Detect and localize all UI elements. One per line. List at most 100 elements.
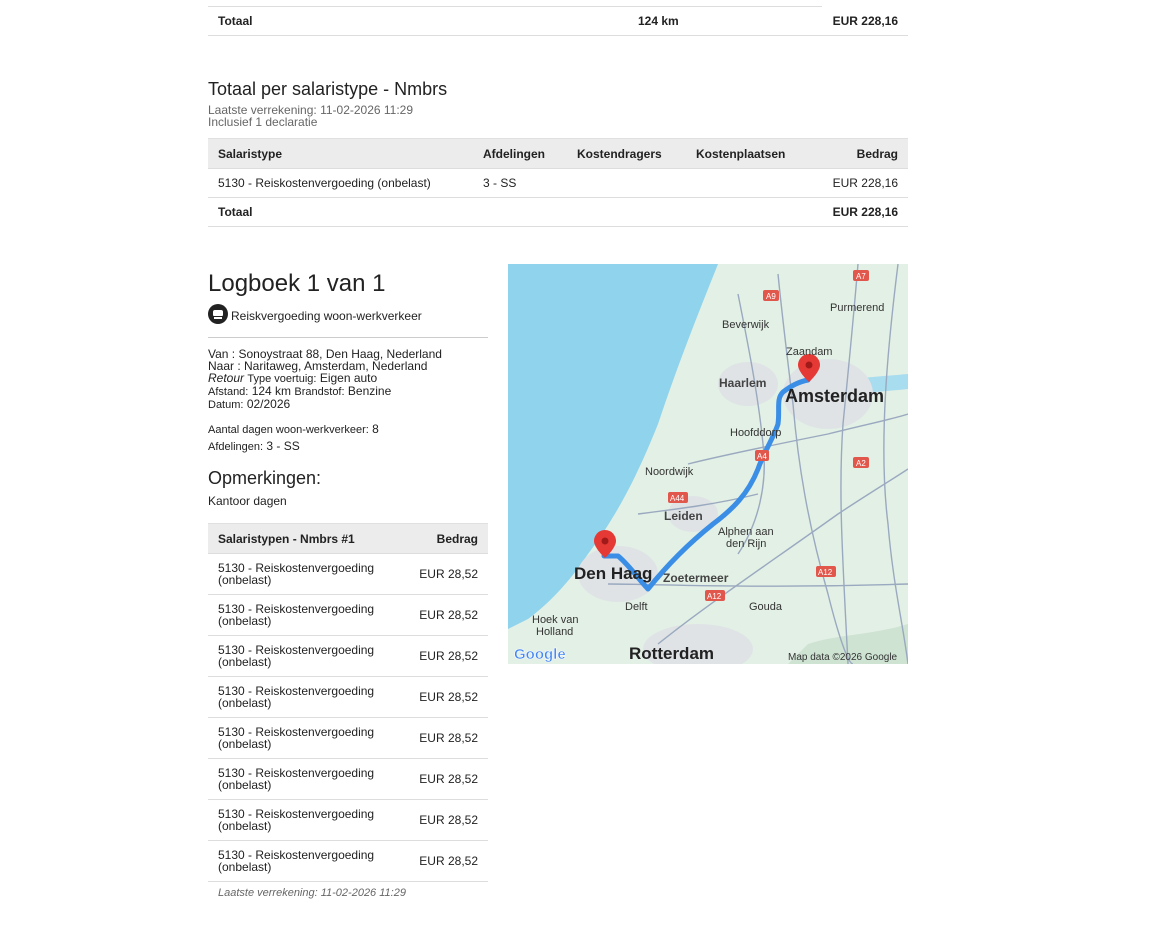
google-logo: Google <box>514 646 566 663</box>
shield-a12a: A12 <box>818 568 833 577</box>
table-header-row: Salaristypen - Nmbrs #1 Bedrag <box>208 523 488 554</box>
table-total-row: Totaal EUR 228,16 <box>208 197 908 227</box>
salary-table: Salaristype Afdelingen Kostendragers Kos… <box>208 138 908 227</box>
route-map[interactable]: A7 A9 A4 A44 A2 A12 A12 Purmerend Beverw… <box>508 264 908 664</box>
table-row: 5130 - Reiskostenvergoeding (onbelast) EU… <box>208 635 488 677</box>
remarks-text: Kantoor dagen <box>208 494 287 508</box>
row-amount: EUR 28,52 <box>409 840 488 882</box>
fuel-value: Benzine <box>347 384 392 398</box>
row-places <box>686 168 806 198</box>
label-haarlem: Haarlem <box>719 376 766 390</box>
trip-type-label: Reiskvergoeding woon-werkverkeer <box>231 309 422 323</box>
col-salaristype: Salaristype <box>208 138 473 169</box>
label-alphen-2: den Rijn <box>726 538 766 550</box>
label-hoek-2: Holland <box>536 626 573 638</box>
row-amount: EUR 28,52 <box>409 635 488 677</box>
total-row-label: Totaal <box>208 197 473 227</box>
label-zaandam: Zaandam <box>786 346 832 358</box>
col-kostendragers: Kostendragers <box>567 138 686 169</box>
table-row: 5130 - Reiskostenvergoeding (onbelast) EU… <box>208 840 488 882</box>
row-dept: 3 - SS <box>473 168 567 198</box>
inclusive-note: Inclusief 1 declaratie <box>208 115 318 129</box>
footnote: Laatste verrekening: 11-02-2026 11:29 <box>218 887 406 899</box>
trip-type: Reiskvergoeding woon-werkverkeer <box>208 304 488 338</box>
row-carriers <box>567 168 686 198</box>
logbook-title: Logboek 1 van 1 <box>208 270 386 297</box>
salary-section-title: Totaal per salaristype - Nmbrs <box>208 79 448 99</box>
table-row: 5130 - Reiskostenvergoeding (onbelast) EU… <box>208 553 488 595</box>
retour-label: Retour <box>208 371 245 385</box>
car-icon <box>208 304 228 324</box>
distance-value: 124 km <box>251 384 292 398</box>
date-label: Datum: <box>208 399 244 411</box>
label-rotterdam: Rotterdam <box>629 644 714 663</box>
row-type: 5130 - Reiskostenvergoeding (onbelast) <box>208 553 410 595</box>
remarks-title: Opmerkingen: <box>208 468 322 488</box>
label-alphen: Alphen aan <box>718 526 774 538</box>
vehicle-value: Eigen auto <box>319 371 378 385</box>
row-amount: EUR 28,52 <box>409 799 488 841</box>
label-hoofddorp: Hoofddorp <box>730 427 781 439</box>
row-type: 5130 - Reiskostenvergoeding (onbelast) <box>208 635 410 677</box>
label-leiden: Leiden <box>664 509 703 523</box>
row-amount: EUR 28,52 <box>409 676 488 718</box>
date-line: Datum: 02/2026 <box>208 398 442 411</box>
trip-details: Van : Sonoystraat 88, Den Haag, Nederlan… <box>208 348 442 453</box>
row-type: 5130 - Reiskostenvergoeding (onbelast) <box>208 168 473 198</box>
col-salaristypen: Salaristypen - Nmbrs #1 <box>208 523 410 554</box>
total-distance: 124 km <box>638 14 679 28</box>
dept-value: 3 - SS <box>266 439 300 453</box>
table-row: 5130 - Reiskostenvergoeding (onbelast) EU… <box>208 594 488 636</box>
days-line: Aantal dagen woon-werkverkeer: 8 <box>208 423 442 436</box>
shield-a2: A2 <box>856 459 866 468</box>
label-den-haag: Den Haag <box>574 564 652 583</box>
table-row: 5130 - Reiskostenvergoeding (onbelast) EU… <box>208 717 488 759</box>
total-label: Totaal <box>218 14 253 28</box>
label-gouda: Gouda <box>749 601 783 613</box>
fuel-label: Brandstof: <box>294 386 345 398</box>
row-amount: EUR 28,52 <box>409 717 488 759</box>
total-row-amount: EUR 228,16 <box>806 197 908 227</box>
row-amount: EUR 28,52 <box>409 594 488 636</box>
row-amount: EUR 228,16 <box>806 168 908 198</box>
label-amsterdam: Amsterdam <box>785 386 884 406</box>
label-delft: Delft <box>625 601 648 613</box>
table-row: 5130 - Reiskostenvergoeding (onbelast) 3… <box>208 168 908 198</box>
label-beverwijk: Beverwijk <box>722 319 770 331</box>
row-type: 5130 - Reiskostenvergoeding (onbelast) <box>208 676 410 718</box>
total-amount: EUR 228,16 <box>832 14 898 28</box>
shield-a12b: A12 <box>707 592 722 601</box>
table-row: 5130 - Reiskostenvergoeding (onbelast) EU… <box>208 758 488 800</box>
col-bedrag: Bedrag <box>806 138 908 169</box>
table-header-row: Salaristype Afdelingen Kostendragers Kos… <box>208 138 908 169</box>
divider <box>208 6 822 7</box>
col-bedrag: Bedrag <box>409 523 488 554</box>
row-type: 5130 - Reiskostenvergoeding (onbelast) <box>208 594 410 636</box>
dept-label: Afdelingen: <box>208 441 264 453</box>
shield-a44: A44 <box>670 494 685 503</box>
top-total-row: Totaal 124 km EUR 228,16 <box>208 6 908 36</box>
logbook-table: Salaristypen - Nmbrs #1 Bedrag 5130 - Re… <box>208 523 488 882</box>
shield-a9: A9 <box>766 292 776 301</box>
row-type: 5130 - Reiskostenvergoeding (onbelast) <box>208 799 410 841</box>
map-attribution: Map data ©2026 Google <box>788 652 898 663</box>
label-hoek: Hoek van <box>532 614 578 626</box>
shield-a7: A7 <box>856 272 866 281</box>
row-amount: EUR 28,52 <box>409 758 488 800</box>
days-value: 8 <box>372 422 379 436</box>
map-canvas: A7 A9 A4 A44 A2 A12 A12 Purmerend Beverw… <box>508 264 908 664</box>
col-kostenplaatsen: Kostenplaatsen <box>686 138 806 169</box>
row-type: 5130 - Reiskostenvergoeding (onbelast) <box>208 758 410 800</box>
label-zoetermeer: Zoetermeer <box>663 571 729 585</box>
row-amount: EUR 28,52 <box>409 553 488 595</box>
days-label: Aantal dagen woon-werkverkeer: <box>208 424 369 436</box>
table-row: 5130 - Reiskostenvergoeding (onbelast) EU… <box>208 676 488 718</box>
col-afdelingen: Afdelingen <box>473 138 567 169</box>
vehicle-line: Retour Type voertuig: Eigen auto <box>208 372 442 385</box>
date-value: 02/2026 <box>246 397 291 411</box>
shield-a4: A4 <box>757 452 767 461</box>
row-type: 5130 - Reiskostenvergoeding (onbelast) <box>208 717 410 759</box>
row-type: 5130 - Reiskostenvergoeding (onbelast) <box>208 840 410 882</box>
label-purmerend: Purmerend <box>830 302 884 314</box>
label-noordwijk: Noordwijk <box>645 466 694 478</box>
